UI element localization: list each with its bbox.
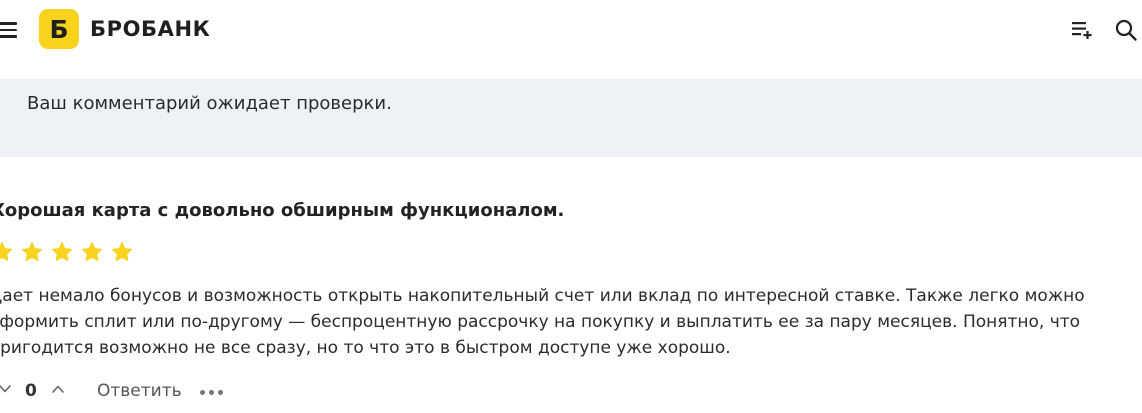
hamburger-menu-icon[interactable] [0, 22, 17, 38]
vote-down-icon[interactable] [0, 382, 12, 396]
logo-badge: Б [39, 9, 79, 49]
site-header: Б БРОБАНК [0, 0, 1142, 60]
search-icon[interactable] [1114, 18, 1138, 42]
vote-count: 0 [25, 381, 37, 401]
star-icon [50, 240, 74, 264]
rating-stars [0, 240, 140, 264]
logo[interactable]: Б БРОБАНК [39, 9, 210, 49]
review-body-line: пригодится возможно не все сразу, но то … [0, 338, 731, 358]
review-body-line: Дает немало бонусов и возможность открыт… [0, 286, 1085, 306]
vote-up-icon[interactable] [51, 382, 65, 396]
reply-button[interactable]: Ответить [97, 381, 182, 401]
comment-actions: 0 Ответить [0, 378, 300, 406]
review-body: Дает немало бонусов и возможность открыт… [0, 283, 1129, 361]
logo-text: БРОБАНК [90, 17, 211, 41]
moderation-notice: Ваш комментарий ожидает проверки. [0, 79, 1142, 157]
page: Б БРОБАНК Ваш комментарий ожидает провер… [0, 0, 1142, 413]
review-title: Хорошая карта с довольно обширным функци… [0, 200, 565, 221]
star-icon [80, 240, 104, 264]
star-icon [20, 240, 44, 264]
star-icon [110, 240, 134, 264]
notice-text: Ваш комментарий ожидает проверки. [27, 93, 392, 114]
more-options-icon[interactable] [200, 390, 228, 398]
playlist-add-icon[interactable] [1071, 20, 1093, 40]
star-icon [0, 240, 14, 264]
review-body-line: оформить сплит или по-другому — беспроце… [0, 312, 1081, 332]
